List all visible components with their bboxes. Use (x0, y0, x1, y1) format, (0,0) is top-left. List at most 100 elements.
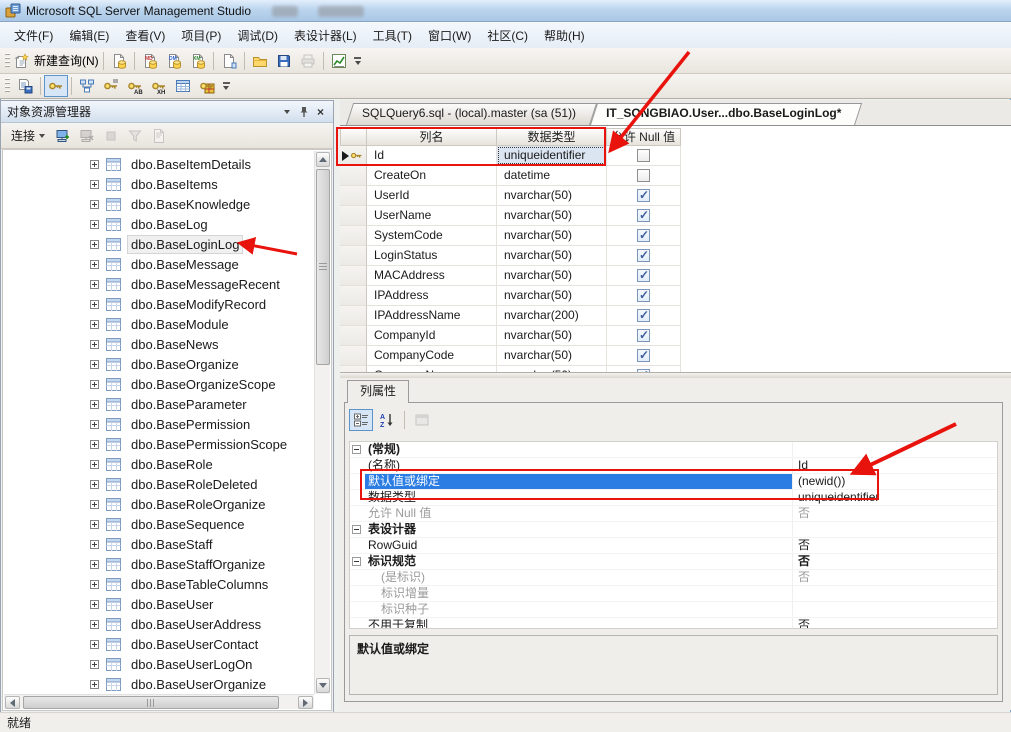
tree-item-table[interactable]: dbo.BaseRoleDeleted (4, 474, 314, 494)
tree-item-table[interactable]: dbo.BasePermissionScope (4, 434, 314, 454)
property-value[interactable] (792, 586, 997, 601)
expand-icon[interactable] (90, 500, 99, 509)
property-value[interactable]: uniqueidentifier (792, 490, 997, 505)
expand-icon[interactable] (90, 180, 99, 189)
stop-button[interactable] (99, 125, 123, 147)
scroll-up-button[interactable] (316, 152, 330, 167)
collapse-icon[interactable] (352, 445, 361, 454)
data-type-cell[interactable]: uniqueidentifier (497, 146, 607, 166)
tree-item-table[interactable]: dbo.BaseKnowledge (4, 194, 314, 214)
data-type-cell[interactable]: datetime (497, 166, 607, 186)
connect-button[interactable]: 连接 (5, 124, 51, 147)
allow-null-cell[interactable] (607, 306, 681, 326)
tree-item-table[interactable]: dbo.BaseMessage (4, 254, 314, 274)
tree-item-table[interactable]: dbo.BaseOrganizeScope (4, 374, 314, 394)
tree-item-table[interactable]: dbo.BaseUserAddress (4, 614, 314, 634)
row-selector-cell[interactable] (340, 226, 367, 246)
tree-horizontal-scrollbar[interactable] (4, 694, 314, 709)
allow-null-cell[interactable] (607, 346, 681, 366)
allow-null-cell[interactable] (607, 226, 681, 246)
column-name-cell[interactable]: CompanyId (367, 326, 497, 346)
window-menu-button[interactable] (278, 104, 295, 120)
row-selector-cell[interactable] (340, 246, 367, 266)
tree-item-table[interactable]: dbo.BaseOrganize (4, 354, 314, 374)
tree-item-table[interactable]: dbo.BaseRole (4, 454, 314, 474)
data-type-cell[interactable]: nvarchar(50) (497, 206, 607, 226)
row-selector-cell[interactable] (340, 206, 367, 226)
allow-null-checkbox[interactable] (637, 289, 650, 302)
expand-icon[interactable] (90, 360, 99, 369)
tree-item-table[interactable]: dbo.BaseNews (4, 334, 314, 354)
column-name-cell[interactable]: SystemCode (367, 226, 497, 246)
tree-item-table[interactable]: dbo.BaseLoginLog (4, 234, 314, 254)
tree-item-table[interactable]: dbo.BaseUserLogOn (4, 654, 314, 674)
analysis-script-button[interactable] (217, 50, 241, 72)
property-row[interactable]: RowGuid 否 (350, 538, 997, 554)
data-type-cell[interactable]: nvarchar(50) (497, 246, 607, 266)
property-row[interactable]: 不用于复制 否 (350, 618, 997, 629)
menu-item[interactable]: 查看(V) (117, 23, 173, 48)
xmla-query-button[interactable]: XM (186, 50, 210, 72)
tree-item-table[interactable]: dbo.BaseStaff (4, 534, 314, 554)
expand-icon[interactable] (90, 200, 99, 209)
menu-item[interactable]: 表设计器(L) (286, 23, 365, 48)
alphabetical-sort-button[interactable] (375, 409, 399, 431)
tree-item-table[interactable]: dbo.BaseUserContact (4, 634, 314, 654)
expand-icon[interactable] (90, 420, 99, 429)
column-name-cell[interactable]: IPAddress (367, 286, 497, 306)
allow-null-cell[interactable] (607, 266, 681, 286)
property-row[interactable]: 标识规范 否 (350, 554, 997, 570)
scroll-right-button[interactable] (298, 696, 313, 709)
collapse-icon[interactable] (352, 525, 361, 534)
tab-sqlquery6[interactable]: SQLQuery6.sql - (local).master (sa (51)) (346, 103, 590, 125)
allow-null-checkbox[interactable] (637, 149, 650, 162)
menu-item[interactable]: 调试(D) (229, 23, 286, 48)
tree-item-table[interactable]: dbo.BaseRoleOrganize (4, 494, 314, 514)
menu-item[interactable]: 项目(P) (173, 23, 229, 48)
manage-indexes-and-keys-button[interactable] (99, 75, 123, 97)
data-type-cell[interactable]: nvarchar(200) (497, 306, 607, 326)
set-primary-key-button[interactable] (44, 75, 68, 97)
toolbar-grip[interactable] (5, 53, 10, 69)
manage-xml-indexes-button[interactable]: XH (147, 75, 171, 97)
expand-icon[interactable] (90, 460, 99, 469)
filter-button[interactable] (123, 125, 147, 147)
allow-null-checkbox[interactable] (637, 189, 650, 202)
pin-button[interactable] (295, 104, 312, 120)
tree-item-table[interactable]: dbo.BasePermission (4, 414, 314, 434)
menu-item[interactable]: 社区(C) (479, 23, 536, 48)
expand-icon[interactable] (90, 280, 99, 289)
disconnect-button[interactable] (75, 125, 99, 147)
dmx-query-button[interactable]: DM (162, 50, 186, 72)
row-selector-cell[interactable] (340, 146, 367, 166)
column-name-cell[interactable]: CompanyCode (367, 346, 497, 366)
column-properties-tab[interactable]: 列属性 (347, 380, 409, 403)
column-name-cell[interactable]: LoginStatus (367, 246, 497, 266)
data-type-cell[interactable]: nvarchar(50) (497, 266, 607, 286)
connect-server-button[interactable] (51, 125, 75, 147)
tree-item-table[interactable]: dbo.BaseUser (4, 594, 314, 614)
tree-item-table[interactable]: dbo.BaseItemDetails (4, 154, 314, 174)
tree-item-table[interactable]: dbo.BaseItems (4, 174, 314, 194)
allow-null-cell[interactable] (607, 246, 681, 266)
expand-icon[interactable] (90, 260, 99, 269)
expand-icon[interactable] (90, 520, 99, 529)
scrollbar-thumb[interactable] (316, 169, 330, 365)
column-name-cell[interactable]: Id (367, 146, 497, 166)
scroll-left-button[interactable] (5, 696, 20, 709)
expand-icon[interactable] (90, 400, 99, 409)
allow-null-cell[interactable] (607, 286, 681, 306)
activity-monitor-button[interactable] (327, 50, 351, 72)
expand-icon[interactable] (90, 160, 99, 169)
expand-icon[interactable] (90, 600, 99, 609)
property-row[interactable]: 允许 Null 值 否 (350, 506, 997, 522)
expand-icon[interactable] (90, 320, 99, 329)
scroll-down-button[interactable] (316, 678, 330, 693)
allow-null-checkbox[interactable] (637, 169, 650, 182)
property-row[interactable]: 数据类型 uniqueidentifier (350, 490, 997, 506)
toolbar-overflow-button[interactable] (219, 75, 233, 97)
data-type-cell[interactable]: nvarchar(50) (497, 226, 607, 246)
script-file-button[interactable] (107, 50, 131, 72)
expand-icon[interactable] (90, 220, 99, 229)
row-selector-cell[interactable] (340, 266, 367, 286)
